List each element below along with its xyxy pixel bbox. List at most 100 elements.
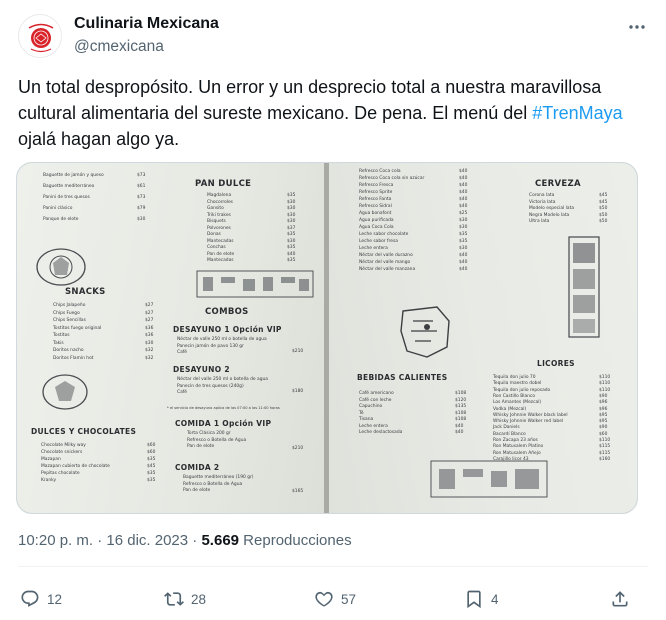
meta-separator: · bbox=[93, 532, 107, 549]
menu-item-price: $110 bbox=[599, 381, 611, 387]
menu-item-price: $32 bbox=[145, 355, 154, 361]
like-count: 57 bbox=[341, 591, 357, 607]
hashtag-link[interactable]: #TrenMaya bbox=[532, 103, 622, 123]
tweet-meta: 10:20 p. m. · 16 dic. 2023 · 5.669 Repro… bbox=[18, 532, 352, 549]
menu-photo[interactable]: PAN DULCE SNACKS COMBOS DESAYUNO 1 Opció… bbox=[16, 162, 638, 514]
maya-border-icon bbox=[196, 270, 314, 298]
menu-item-name: Chocorroles bbox=[207, 199, 233, 205]
menu-item-price: $35 bbox=[459, 232, 468, 237]
menu-item-name: Baguette de jamón y queso bbox=[43, 173, 104, 178]
desayuno2-price: $180 bbox=[292, 389, 304, 394]
tweet-header: Culinaria Mexicana @cmexicana bbox=[18, 12, 648, 60]
menu-item-price: $60 bbox=[147, 443, 156, 448]
menu-item-name: Los Amantes (Mezcal) bbox=[493, 400, 542, 406]
menu-item-price: $30 bbox=[459, 218, 468, 223]
menu-item-name: Refresco Sidral bbox=[359, 204, 392, 209]
tweet-text-main: Un total despropósito. Un error y un des… bbox=[18, 77, 602, 123]
menu-item-price: $45 bbox=[147, 464, 156, 469]
menu-item-name: Gansito bbox=[207, 206, 224, 211]
tweet-date[interactable]: 16 dic. 2023 bbox=[106, 532, 188, 549]
menu-item-name: Ron Matusalem Añejo bbox=[493, 450, 541, 456]
menu-item-name: Néctar del valle mango bbox=[359, 260, 411, 265]
menu-item-name: Ron Zacapa 23 años bbox=[493, 438, 538, 443]
desayuno2-heading: DESAYUNO 2 bbox=[173, 365, 230, 374]
menu-item-price: $40 bbox=[459, 253, 468, 258]
menu-item-name: Pan de elote bbox=[187, 444, 215, 449]
menu-item-price: $27 bbox=[145, 310, 154, 316]
pan-dulce-heading: PAN DULCE bbox=[195, 179, 252, 189]
menu-item-name: Tequila don julio reposado bbox=[493, 387, 551, 393]
menu-item-price: $30 bbox=[287, 206, 296, 211]
retweet-button[interactable]: 28 bbox=[164, 588, 206, 610]
menu-item-name: Whisky Johnnie Walker black label bbox=[493, 412, 568, 418]
menu-item-price: $36 bbox=[145, 333, 154, 338]
cerveza-heading: CERVEZA bbox=[535, 179, 581, 189]
menu-item-name: Chocolate Milky way bbox=[41, 443, 86, 448]
menu-item-name: Néctar del valle durazno bbox=[359, 253, 413, 258]
menu-item-name: Café americano bbox=[359, 391, 394, 396]
menu-item-name: Leche sabor chocolate bbox=[359, 232, 409, 237]
menu-item-name: Refresco Coca cola sin azúcar bbox=[359, 176, 425, 181]
divider bbox=[18, 566, 648, 567]
menu-item-name: Refresco o Botella de Agua bbox=[187, 437, 247, 443]
menu-item-price: $32 bbox=[145, 348, 154, 353]
menu-item-name: Polvorones bbox=[207, 225, 231, 231]
menu-item-price: $40 bbox=[459, 267, 468, 272]
menu-item-price: $50 bbox=[599, 219, 608, 224]
menu-item-name: Panque de elote bbox=[43, 217, 79, 222]
like-icon bbox=[315, 591, 333, 607]
menu-item-name: Té bbox=[359, 410, 364, 416]
menu-item-name: Panini clásico bbox=[43, 206, 73, 211]
maya-glyph-icon bbox=[42, 374, 88, 410]
menu-item-price: $40 bbox=[455, 423, 464, 429]
menu-item-name: Mantecadas bbox=[207, 238, 234, 244]
menu-item-price: $108 bbox=[455, 417, 467, 422]
menu-item-name: Néctar de valle 250 ml o botella de agua bbox=[177, 337, 267, 342]
menu-item-name: Chips Jalapeño bbox=[53, 303, 86, 308]
menu-item-price: $30 bbox=[459, 225, 468, 230]
menu-item-price: $35 bbox=[147, 471, 156, 476]
like-button[interactable]: 57 bbox=[314, 588, 356, 610]
snacks-heading: SNACKS bbox=[65, 287, 106, 297]
menu-item-name: Baguette mediterráneo (190 gr) bbox=[183, 475, 254, 480]
retweet-count: 28 bbox=[191, 591, 207, 607]
menu-item-name: Refresco Fanta bbox=[359, 197, 392, 202]
share-button[interactable] bbox=[610, 588, 630, 610]
reply-button[interactable]: 12 bbox=[20, 588, 62, 610]
menu-item-price: $35 bbox=[287, 232, 296, 237]
menu-item-name: Refresco Sprite bbox=[359, 190, 393, 195]
menu-item-name: Leche deslactosada bbox=[359, 430, 403, 435]
menu-item-price: $30 bbox=[287, 238, 296, 244]
more-icon[interactable] bbox=[626, 16, 648, 38]
menu-item-price: $73 bbox=[137, 195, 146, 200]
author-name[interactable]: Culinaria Mexicana bbox=[74, 15, 219, 33]
menu-item-name: Negra Modelo lata bbox=[529, 212, 570, 218]
menu-item-price: $40 bbox=[459, 169, 468, 174]
menu-item-price: $35 bbox=[287, 258, 296, 263]
author-handle[interactable]: @cmexicana bbox=[74, 38, 164, 56]
menu-item-name: Capuchino bbox=[359, 404, 383, 409]
licores-heading: LICORES bbox=[537, 359, 575, 368]
bookmark-count: 4 bbox=[491, 591, 499, 607]
bookmark-button[interactable]: 4 bbox=[464, 588, 499, 610]
combos-heading: COMBOS bbox=[205, 307, 249, 317]
meta-separator: · bbox=[188, 532, 202, 549]
menu-item-name: Doritos Flamin hot bbox=[53, 355, 94, 361]
menu-item-price: $30 bbox=[137, 217, 146, 222]
retweet-icon bbox=[164, 592, 184, 606]
comida1-price: $210 bbox=[292, 446, 304, 451]
menu-item-name: Bisquets bbox=[207, 219, 226, 224]
menu-item-name: Refresco Coca cola bbox=[359, 169, 401, 174]
tweet-time[interactable]: 10:20 p. m. bbox=[18, 532, 93, 549]
tweet-text: Un total despropósito. Un error y un des… bbox=[18, 74, 638, 152]
avatar[interactable] bbox=[18, 14, 62, 58]
menu-item-name: Chips Fuego bbox=[53, 310, 80, 316]
menu-item-price: $108 bbox=[455, 391, 467, 396]
menu-item-name: Chips Sencillas bbox=[53, 318, 86, 323]
menu-item-price: $30 bbox=[287, 199, 296, 205]
menu-item-name: Vodka (Mezcal) bbox=[493, 406, 527, 412]
dulces-heading: DULCES Y CHOCOLATES bbox=[31, 427, 137, 436]
menu-item-name: Victoria lata bbox=[529, 199, 556, 205]
menu-item-name: Takis bbox=[53, 340, 64, 346]
menu-item-price: $79 bbox=[137, 206, 146, 211]
